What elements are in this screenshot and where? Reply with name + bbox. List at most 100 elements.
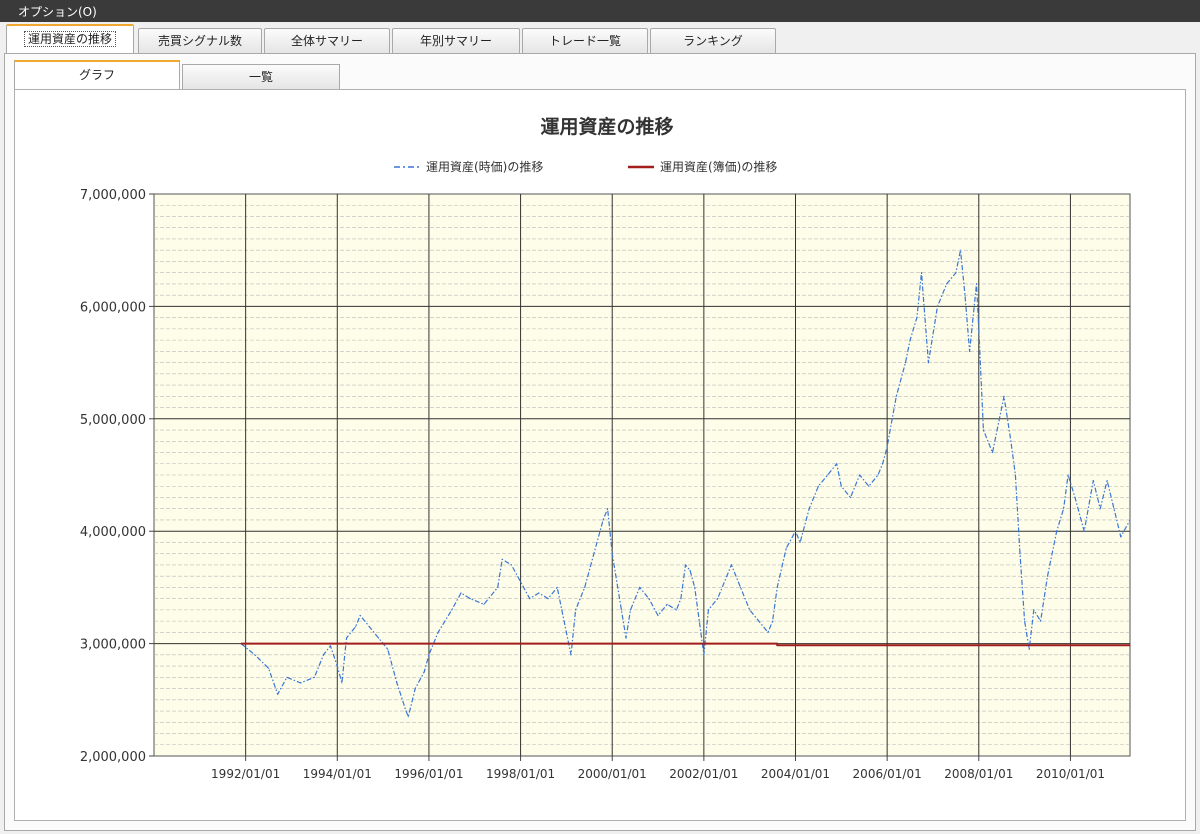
chart-legend: 運用資産(時価)の推移 運用資産(簿価)の推移 — [394, 159, 777, 174]
data-point-market-value — [959, 249, 962, 251]
data-point-market-value — [575, 609, 577, 611]
data-point-market-value — [684, 564, 687, 566]
data-point-market-value — [978, 328, 980, 330]
data-point-market-value — [1014, 474, 1017, 476]
y-tick-label: 2,000,000 — [80, 750, 146, 765]
data-point-market-value — [368, 626, 370, 628]
data-point-market-value — [1106, 480, 1108, 482]
data-point-market-value — [565, 631, 568, 634]
data-point-market-value — [1113, 508, 1115, 510]
data-point-market-value — [817, 485, 820, 487]
data-point-market-value — [341, 682, 343, 684]
data-point-market-value — [607, 508, 609, 510]
data-point-market-value — [698, 620, 700, 622]
data-point-market-value — [1056, 530, 1058, 532]
data-point-market-value — [868, 485, 870, 487]
data-point-market-value — [739, 586, 742, 589]
x-tick-label: 2002/01/01 — [669, 767, 738, 781]
data-point-market-value — [1028, 648, 1030, 650]
asset-trend-chart: 運用資産の推移 運用資産(時価)の推移 運用資産(簿価)の推移 2,000,00… — [80, 115, 1131, 781]
data-point-market-value — [895, 395, 897, 397]
data-point-market-value — [808, 508, 810, 510]
data-point-market-value — [975, 283, 978, 285]
data-point-market-value — [998, 418, 1001, 420]
data-point-market-value — [387, 648, 389, 650]
data-point-market-value — [423, 671, 425, 673]
x-tick-label: 1998/01/01 — [486, 767, 555, 781]
data-point-market-value — [680, 598, 682, 600]
chart-title: 運用資産の推移 — [540, 115, 673, 138]
data-point-market-value — [982, 429, 985, 431]
data-point-market-value — [904, 362, 907, 364]
data-point-market-value — [625, 637, 627, 639]
data-point-market-value — [916, 317, 918, 319]
data-point-market-value — [355, 626, 357, 628]
data-point-market-value — [277, 693, 279, 695]
data-point-market-value — [268, 667, 270, 669]
data-point-market-value — [254, 654, 256, 656]
data-point-market-value — [827, 474, 829, 476]
x-tick-label: 1994/01/01 — [303, 767, 372, 781]
data-point-market-value — [1092, 480, 1094, 482]
data-point-market-value — [437, 631, 439, 634]
data-point-book-value — [776, 644, 778, 646]
data-point-market-value — [767, 631, 769, 634]
data-point-market-value — [877, 474, 879, 476]
data-point-market-value — [936, 305, 939, 307]
data-point-market-value — [396, 682, 398, 684]
data-point-market-value — [836, 463, 838, 465]
x-tick-label: 2004/01/01 — [761, 767, 830, 781]
data-point-market-value — [407, 716, 409, 718]
data-point-market-value — [345, 637, 348, 639]
data-point-market-value — [730, 564, 733, 566]
data-point-market-value — [785, 547, 787, 549]
data-point-market-value — [666, 603, 668, 605]
x-tick-label: 2010/01/01 — [1036, 767, 1105, 781]
data-point-book-value — [776, 643, 778, 645]
data-point-market-value — [593, 553, 595, 555]
data-point-market-value — [584, 586, 586, 589]
legend-label-book-value: 運用資産(簿価)の推移 — [660, 159, 777, 174]
data-point-market-value — [1099, 508, 1101, 510]
legend-label-market-value: 運用資産(時価)の推移 — [426, 159, 543, 174]
data-point-market-value — [538, 592, 540, 594]
data-point-market-value — [776, 586, 778, 589]
x-tick-label: 2008/01/01 — [944, 767, 1013, 781]
data-point-market-value — [520, 581, 522, 583]
y-tick-label: 5,000,000 — [80, 413, 146, 428]
data-point-market-value — [1046, 575, 1049, 577]
data-point-market-value — [1083, 530, 1085, 532]
data-point-market-value — [497, 586, 499, 589]
x-tick-label: 2000/01/01 — [578, 767, 647, 781]
data-point-market-value — [964, 294, 966, 296]
data-point-market-value — [329, 645, 331, 647]
data-point-market-value — [694, 586, 696, 589]
x-tick-label: 2006/01/01 — [853, 767, 922, 781]
data-point-market-value — [920, 272, 923, 274]
data-point-market-value — [955, 272, 957, 274]
data-point-market-value — [414, 688, 416, 690]
data-point-market-value — [547, 598, 549, 600]
data-point-market-value — [882, 463, 884, 465]
data-point-market-value — [1033, 609, 1035, 611]
data-point-market-value — [859, 474, 861, 476]
data-point-market-value — [451, 609, 453, 611]
data-point-market-value — [799, 541, 801, 544]
data-point-market-value — [602, 519, 604, 521]
x-tick-label: 1992/01/01 — [211, 767, 280, 781]
data-point-market-value — [689, 569, 691, 572]
data-point-market-value — [483, 603, 485, 605]
data-point-market-value — [927, 362, 930, 364]
x-axis: 1992/01/01 1994/01/01 1996/01/01 1998/01/01… — [211, 756, 1105, 781]
data-point-market-value — [556, 586, 558, 589]
data-point-market-value — [772, 620, 774, 622]
data-point-market-value — [726, 575, 728, 577]
data-point-market-value — [460, 592, 462, 594]
data-point-market-value — [1003, 395, 1005, 397]
data-point-market-value — [1040, 620, 1042, 622]
data-point-market-value — [529, 598, 531, 600]
data-point-market-value — [405, 710, 407, 712]
data-point-market-value — [969, 350, 971, 352]
data-point-market-value — [501, 558, 503, 560]
data-point-market-value — [1063, 508, 1065, 510]
